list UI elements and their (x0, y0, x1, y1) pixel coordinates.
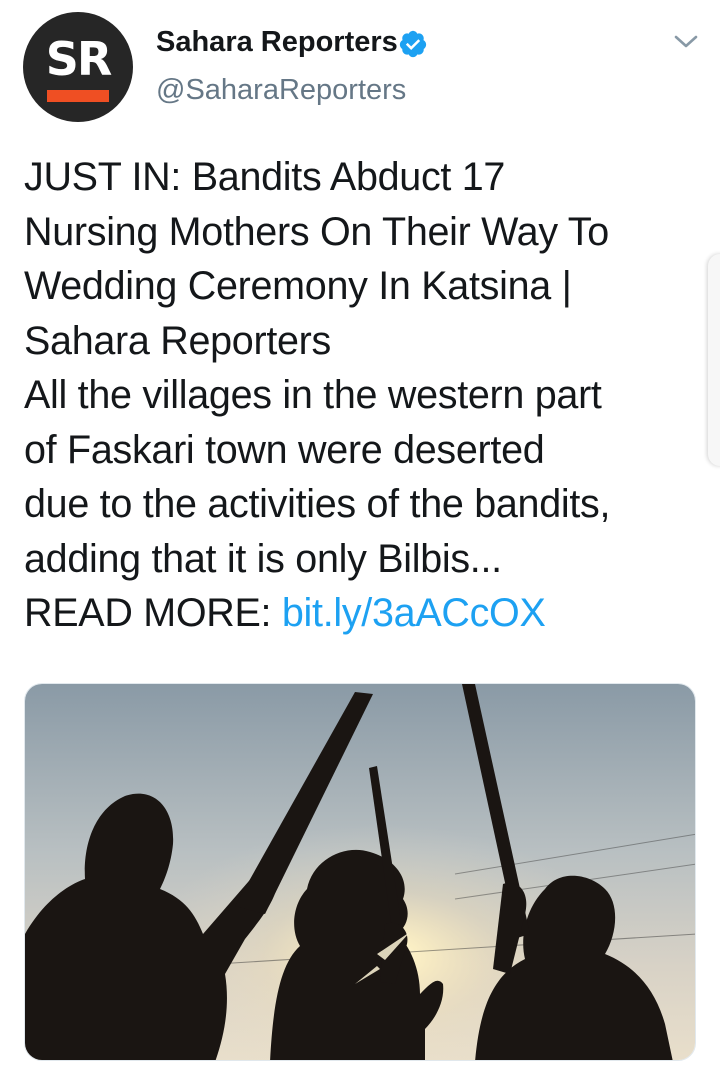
photo-armed-silhouettes (25, 684, 695, 1060)
display-name[interactable]: Sahara Reporters (156, 26, 398, 59)
tweet-text-line: Nursing Mothers On Their Way To (24, 209, 609, 254)
tweet-text-line: All the villages in the western part (24, 373, 602, 417)
chevron-down-icon[interactable] (673, 34, 699, 50)
tweet-text-line: Sahara Reporters (24, 318, 331, 363)
media-image[interactable] (24, 683, 696, 1061)
edge-overlay-panel (708, 254, 720, 466)
tweet-text-line: adding that it is only Bilbis... (24, 536, 502, 581)
tweet-text-line: Wedding Ceremony In Katsina | (24, 264, 572, 308)
tweet-card[interactable]: SR Sahara Reporters @SaharaReporters JUS… (0, 0, 720, 1072)
user-handle[interactable]: @SaharaReporters (156, 74, 406, 107)
read-more-line: READ MORE: bit.ly/3aACcOX (24, 586, 704, 641)
tweet-text-line: of Faskari town were deserted (24, 427, 545, 472)
tweet-text: JUST IN: Bandits Abduct 17 Nursing Mothe… (24, 150, 704, 641)
avatar[interactable]: SR (23, 12, 133, 122)
verified-badge-icon (399, 30, 427, 58)
article-link[interactable]: bit.ly/3aACcOX (282, 591, 546, 635)
tweet-text-line: JUST IN: Bandits Abduct 17 (24, 155, 506, 199)
avatar-logo-bar (47, 90, 109, 102)
read-more-label: READ MORE: (24, 591, 272, 635)
avatar-logo-text: SR (45, 32, 113, 86)
tweet-text-line: due to the activities of the bandits, (24, 482, 611, 526)
